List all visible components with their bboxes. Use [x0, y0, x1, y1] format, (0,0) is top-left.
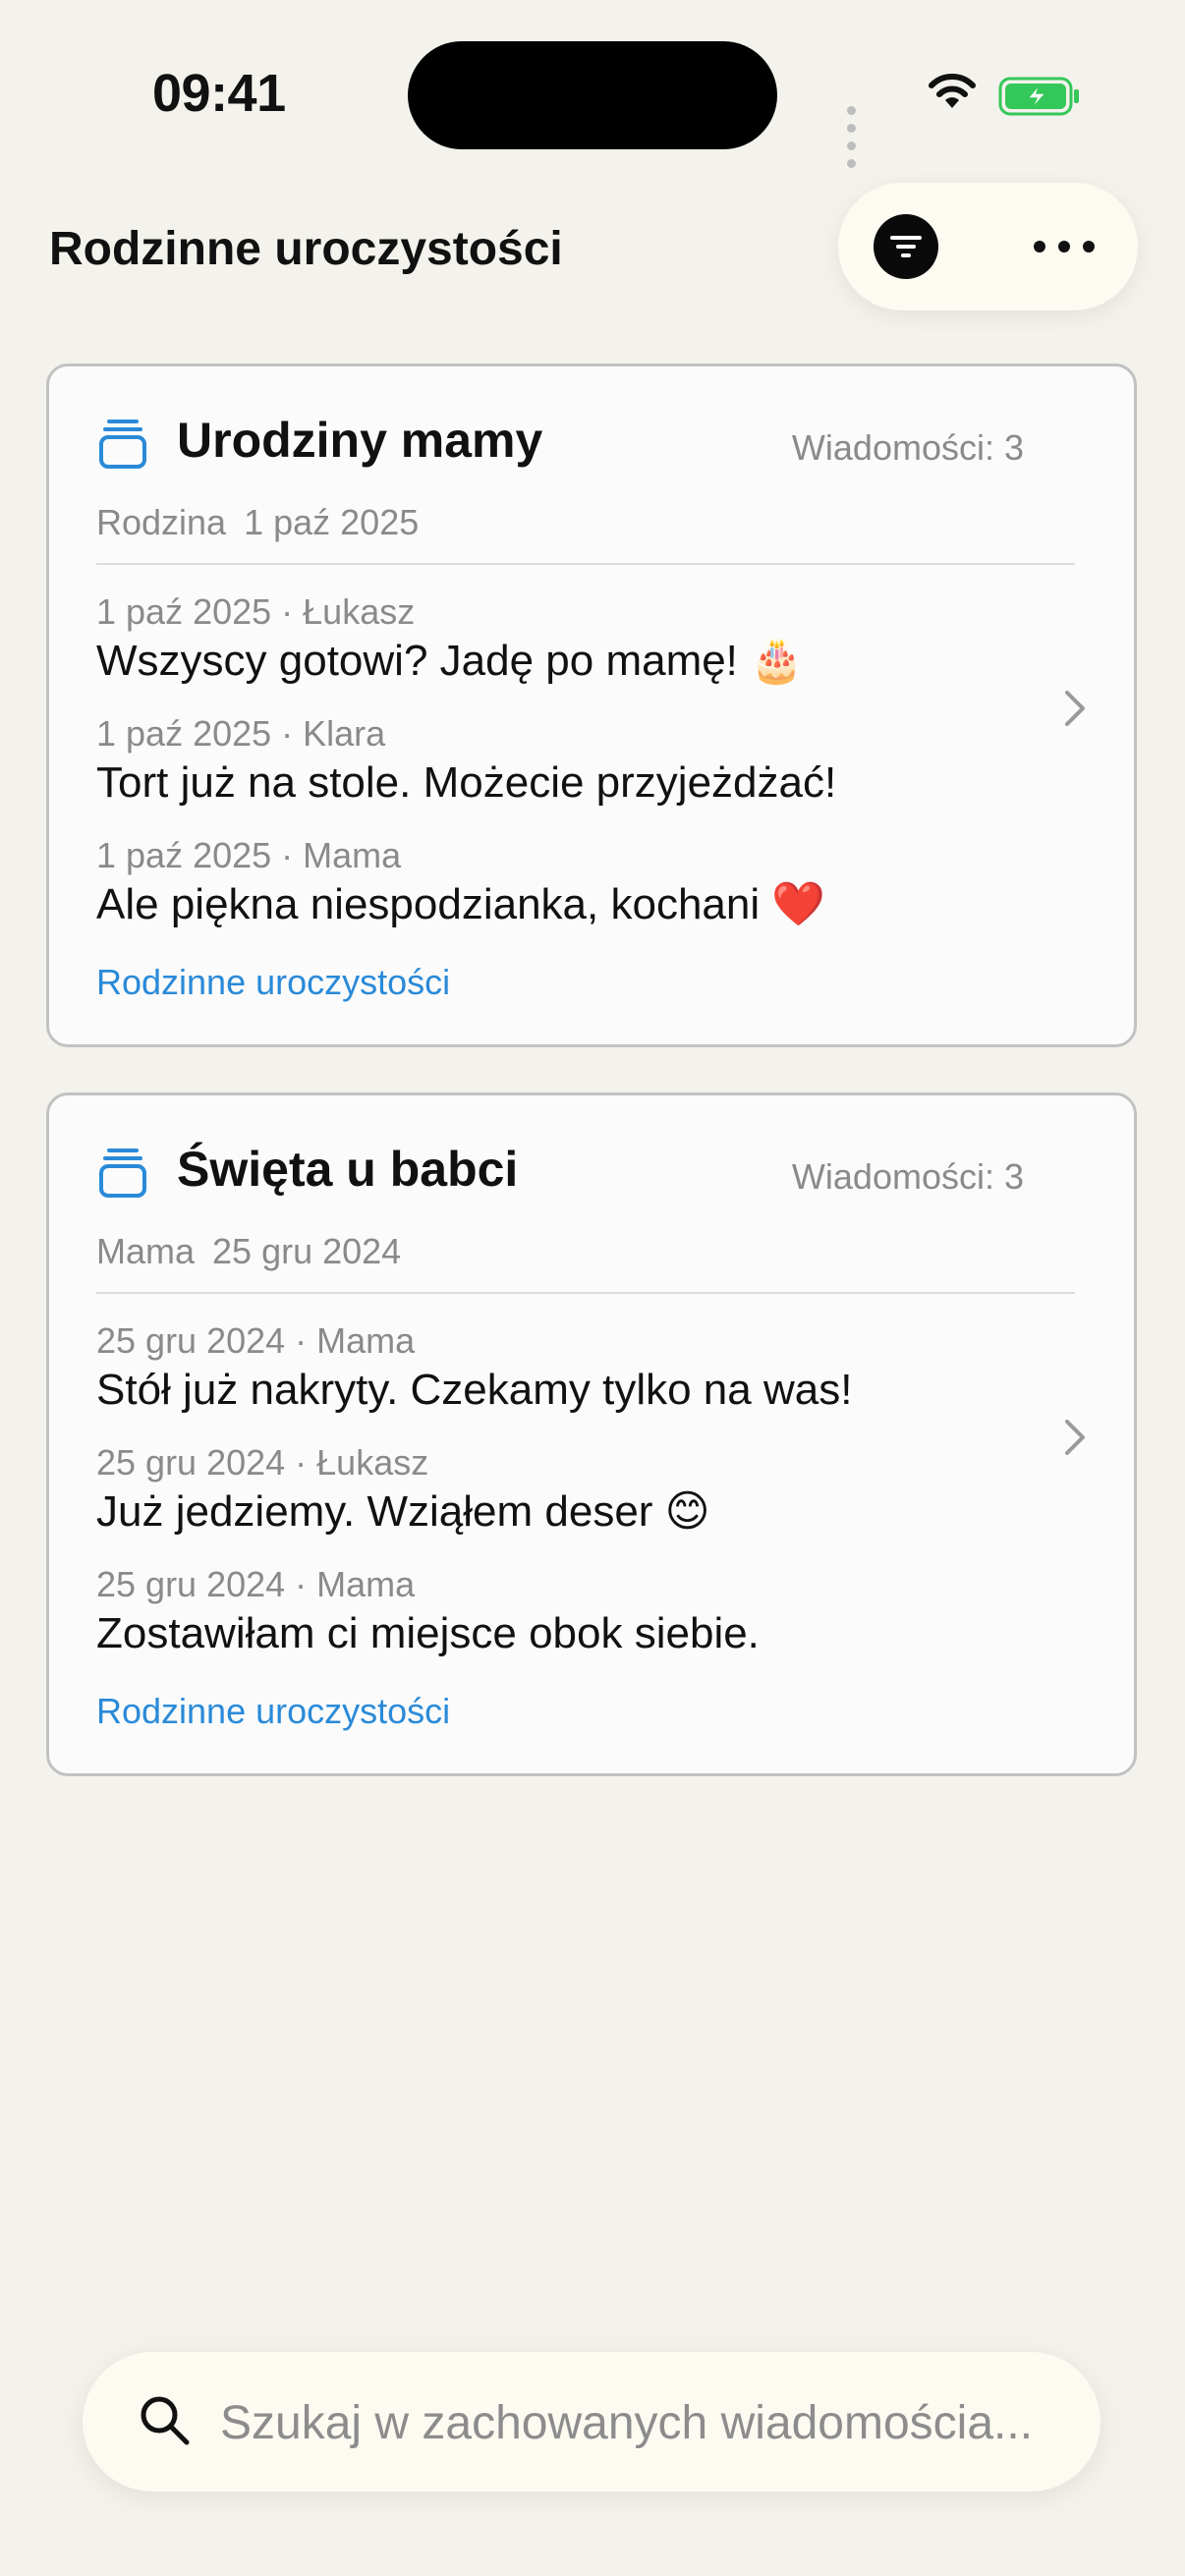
chevron-right-icon	[1065, 691, 1085, 726]
message-item: 25 gru 2024 · Łukasz Już jedziemy. Wziął…	[96, 1441, 710, 1540]
message-meta: 25 gru 2024 · Łukasz	[96, 1442, 429, 1483]
divider	[96, 563, 1075, 565]
wifi-icon	[929, 74, 976, 108]
stack-icon	[99, 1148, 146, 1198]
card-date: 1 paź 2025	[244, 502, 420, 542]
more-options-button[interactable]	[1025, 222, 1103, 271]
card-title: Urodziny mamy	[177, 413, 543, 468]
message-text: Stół już nakryty. Czekamy tylko na was!	[96, 1366, 853, 1414]
filter-button[interactable]	[874, 214, 938, 279]
chevron-right-icon	[1065, 1420, 1085, 1455]
message-item: 25 gru 2024 · Mama Zostawiłam ci miejsce…	[96, 1563, 760, 1661]
message-meta: 1 paź 2025 · Klara	[96, 713, 386, 754]
cellular-signal-icon	[847, 102, 860, 173]
message-meta: 25 gru 2024 · Mama	[96, 1564, 416, 1604]
card-title: Święta u babci	[177, 1142, 519, 1197]
message-text: Ale piękna niespodzianka, kochani ❤️	[96, 880, 826, 928]
card-meta: Rodzina 1 paź 2025	[96, 502, 419, 543]
ellipsis-icon	[1034, 241, 1095, 252]
status-time: 09:41	[152, 64, 286, 123]
conversation-card[interactable]: Urodziny mamy Wiadomości: 3 Rodzina 1 paź…	[46, 364, 1137, 1047]
header-actions	[838, 183, 1138, 310]
message-text: Już jedziemy. Wziąłem deser 😊	[96, 1487, 710, 1536]
message-meta: 1 paź 2025 · Łukasz	[96, 591, 416, 632]
message-text: Wszyscy gotowi? Jadę po mamę! 🎂	[96, 637, 804, 685]
dynamic-island	[408, 41, 777, 149]
message-count: Wiadomości: 3	[791, 1156, 1024, 1197]
message-item: 1 paź 2025 · Łukasz Wszyscy gotowi? Jadę…	[96, 590, 804, 689]
message-text: Zostawiłam ci miejsce obok siebie.	[96, 1609, 760, 1657]
search-icon	[141, 2396, 190, 2445]
message-meta: 25 gru 2024 · Mama	[96, 1320, 416, 1361]
message-item: 25 gru 2024 · Mama Stół już nakryty. Cze…	[96, 1319, 852, 1418]
card-date: 25 gru 2024	[212, 1231, 402, 1271]
card-meta: Mama 25 gru 2024	[96, 1231, 401, 1272]
message-meta: 1 paź 2025 · Mama	[96, 835, 402, 875]
folder-link[interactable]: Rodzinne uroczystości	[96, 962, 450, 1003]
search-bar	[83, 2352, 1100, 2492]
message-item: 1 paź 2025 · Klara Tort już na stole. Mo…	[96, 712, 836, 811]
message-item: 1 paź 2025 · Mama Ale piękna niespodzian…	[96, 834, 825, 932]
search-input[interactable]	[218, 2385, 1067, 2460]
conversation-card[interactable]: Święta u babci Wiadomości: 3 Mama 25 gru …	[46, 1092, 1137, 1776]
page-title: Rodzinne uroczystości	[49, 223, 563, 275]
message-count: Wiadomości: 3	[791, 427, 1024, 468]
divider	[96, 1292, 1075, 1294]
stack-icon	[99, 420, 146, 469]
message-text: Tort już na stole. Możecie przyjeżdżać!	[96, 758, 837, 807]
folder-link[interactable]: Rodzinne uroczystości	[96, 1691, 450, 1732]
battery-charging-icon	[998, 77, 1079, 116]
card-author: Rodzina	[96, 502, 227, 542]
card-author: Mama	[96, 1231, 196, 1271]
filter-icon	[890, 236, 922, 257]
